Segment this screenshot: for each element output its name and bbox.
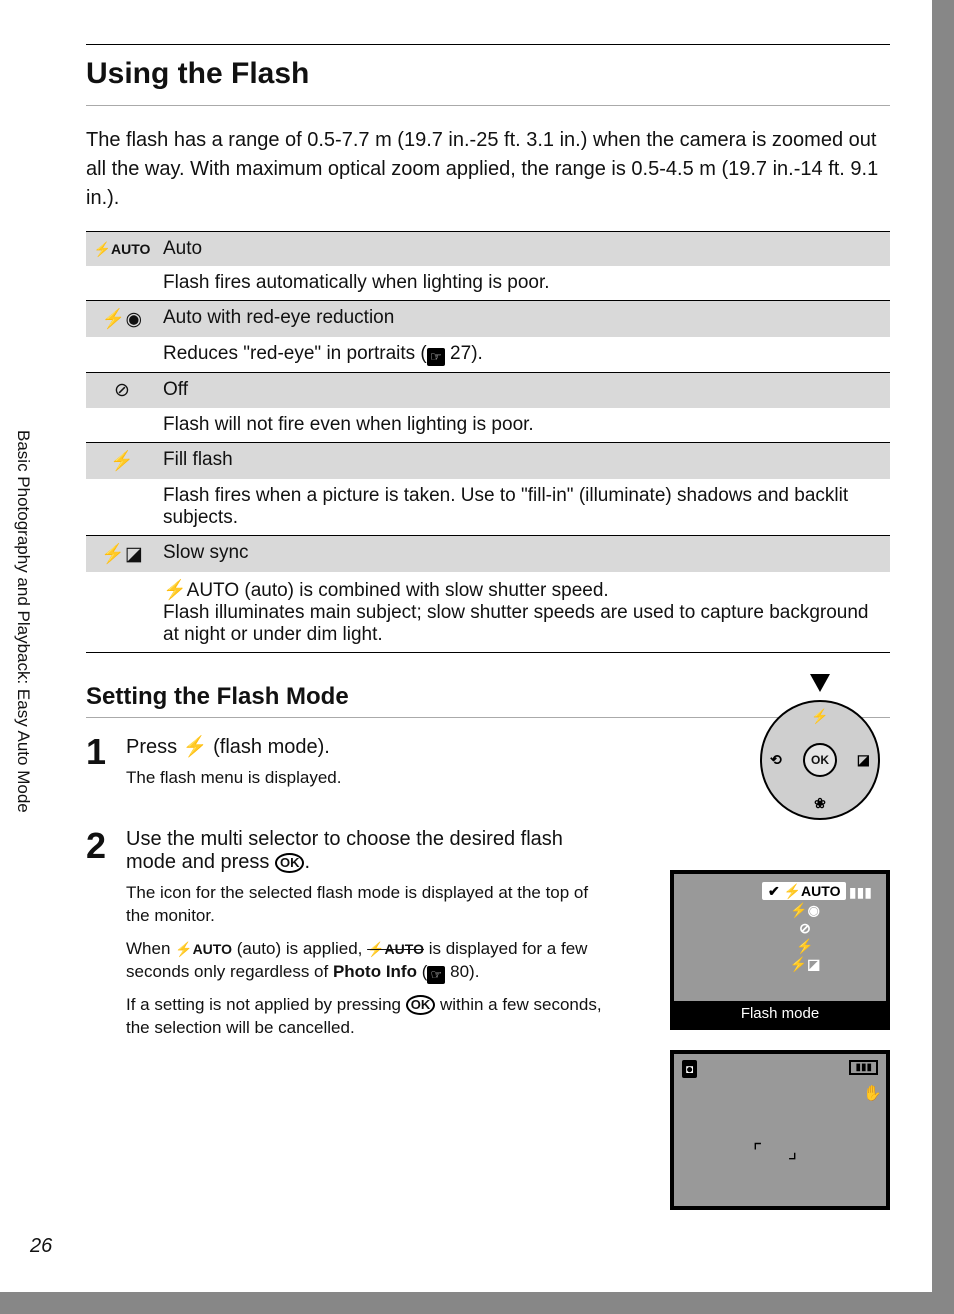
table-row: ⊘ Off: [86, 373, 890, 409]
mode-name: Slow sync: [158, 536, 890, 573]
step-title: Use the multi selector to choose the des…: [126, 828, 616, 874]
menu-item-slow: ⚡◪: [734, 955, 876, 973]
table-row: ⚡AUTO (auto) is combined with slow shutt…: [86, 572, 890, 653]
mode-name: Auto: [158, 232, 890, 267]
mode-desc: ⚡AUTO (auto) is combined with slow shutt…: [158, 572, 890, 653]
battery-icon: ▮▮▮: [849, 1060, 878, 1075]
page-number: 26: [30, 1235, 52, 1258]
mode-desc: Flash will not fire even when lighting i…: [158, 408, 890, 443]
page-ref-icon: ☞: [427, 348, 445, 366]
step-number: 1: [86, 734, 126, 800]
rule-top: [86, 44, 890, 45]
menu-item-redeye: ⚡◉: [734, 901, 876, 919]
step-body-text: If a setting is not applied by pressing …: [126, 994, 606, 1040]
table-row: Flash fires when a picture is taken. Use…: [86, 479, 890, 536]
step-body-text: The icon for the selected flash mode is …: [126, 882, 606, 928]
mode-desc: Flash fires automatically when lighting …: [158, 266, 890, 301]
dial-ok-button: OK: [803, 743, 837, 777]
mode-desc: Flash fires when a picture is taken. Use…: [158, 479, 890, 536]
intro-paragraph: The flash has a range of 0.5-7.7 m (19.7…: [86, 126, 890, 213]
table-row: ⚡◪ Slow sync: [86, 536, 890, 573]
focus-brackets-icon: ⌜ ⌟: [753, 1139, 807, 1164]
mode-name: Off: [158, 373, 890, 409]
page-title: Using the Flash: [86, 57, 890, 91]
mode-name: Auto with red-eye reduction: [158, 301, 890, 338]
multi-selector-dial: ⚡ ❀ ⟲ ◪ OK: [760, 700, 880, 820]
arrow-down-icon: [810, 674, 830, 692]
ok-icon: OK: [275, 853, 305, 873]
shake-icon: ✋: [863, 1084, 882, 1102]
manual-page: Using the Flash The flash has a range of…: [0, 0, 932, 1292]
dial-right-exposure-icon: ◪: [857, 752, 870, 769]
step-body-text: The flash menu is displayed.: [126, 767, 606, 790]
table-row: ⚡AUTO Auto: [86, 232, 890, 267]
flash-off-icon: ⊘: [114, 380, 130, 401]
menu-selected-auto: ✔ ⚡AUTO: [762, 882, 846, 900]
flash-auto-icon: ⚡AUTO: [94, 241, 151, 257]
camera-mode-icon: ◘: [682, 1060, 697, 1078]
table-row: Flash fires automatically when lighting …: [86, 266, 890, 301]
lcd-flash-menu: ✔ ⚡AUTO ▮▮▮ ⚡◉ ⊘ ⚡ ⚡◪ Flash mode: [670, 870, 890, 1030]
menu-item-off: ⊘: [734, 919, 876, 937]
table-row: ⚡ Fill flash: [86, 443, 890, 480]
battery-icon: ▮▮▮: [849, 884, 872, 901]
page-ref-icon: ☞: [427, 966, 445, 984]
dial-up-flash-icon: ⚡: [811, 708, 828, 725]
flash-modes-table: ⚡AUTO Auto Flash fires automatically whe…: [86, 231, 890, 653]
dial-down-macro-icon: ❀: [814, 795, 826, 812]
step-body-text: When ⚡AUTO (auto) is applied, ⚡AUTO is d…: [126, 938, 606, 984]
table-row: Reduces "red-eye" in portraits (☞ 27).: [86, 337, 890, 373]
flash-icon: ⚡: [183, 736, 208, 758]
step-number: 2: [86, 828, 126, 1050]
flash-auto-icon: ⚡AUTO: [175, 941, 232, 957]
mode-desc: Reduces "red-eye" in portraits (☞ 27).: [158, 337, 890, 373]
menu-item-fill: ⚡: [734, 937, 876, 955]
rule-under-title: [86, 105, 890, 106]
flash-auto-outline-icon: ⚡AUTO: [367, 941, 424, 957]
mode-name: Fill flash: [158, 443, 890, 480]
step-title: Press ⚡ (flash mode).: [126, 734, 616, 759]
lcd-caption: Flash mode: [674, 1001, 886, 1026]
chapter-tab-label: Basic Photography and Playback: Easy Aut…: [13, 430, 33, 822]
fill-flash-icon: ⚡: [110, 451, 134, 472]
ok-icon: OK: [406, 995, 436, 1015]
chapter-tab: Basic Photography and Playback: Easy Aut…: [0, 416, 57, 836]
flash-redeye-icon: ⚡◉: [102, 309, 142, 330]
dial-left-timer-icon: ⟲: [770, 752, 782, 769]
slow-sync-icon: ⚡◪: [101, 544, 143, 565]
lcd-shooting-screen: ◘ ▮▮▮ ✋ ⌜ ⌟: [670, 1050, 890, 1210]
table-row: Flash will not fire even when lighting i…: [86, 408, 890, 443]
table-row: ⚡◉ Auto with red-eye reduction: [86, 301, 890, 338]
